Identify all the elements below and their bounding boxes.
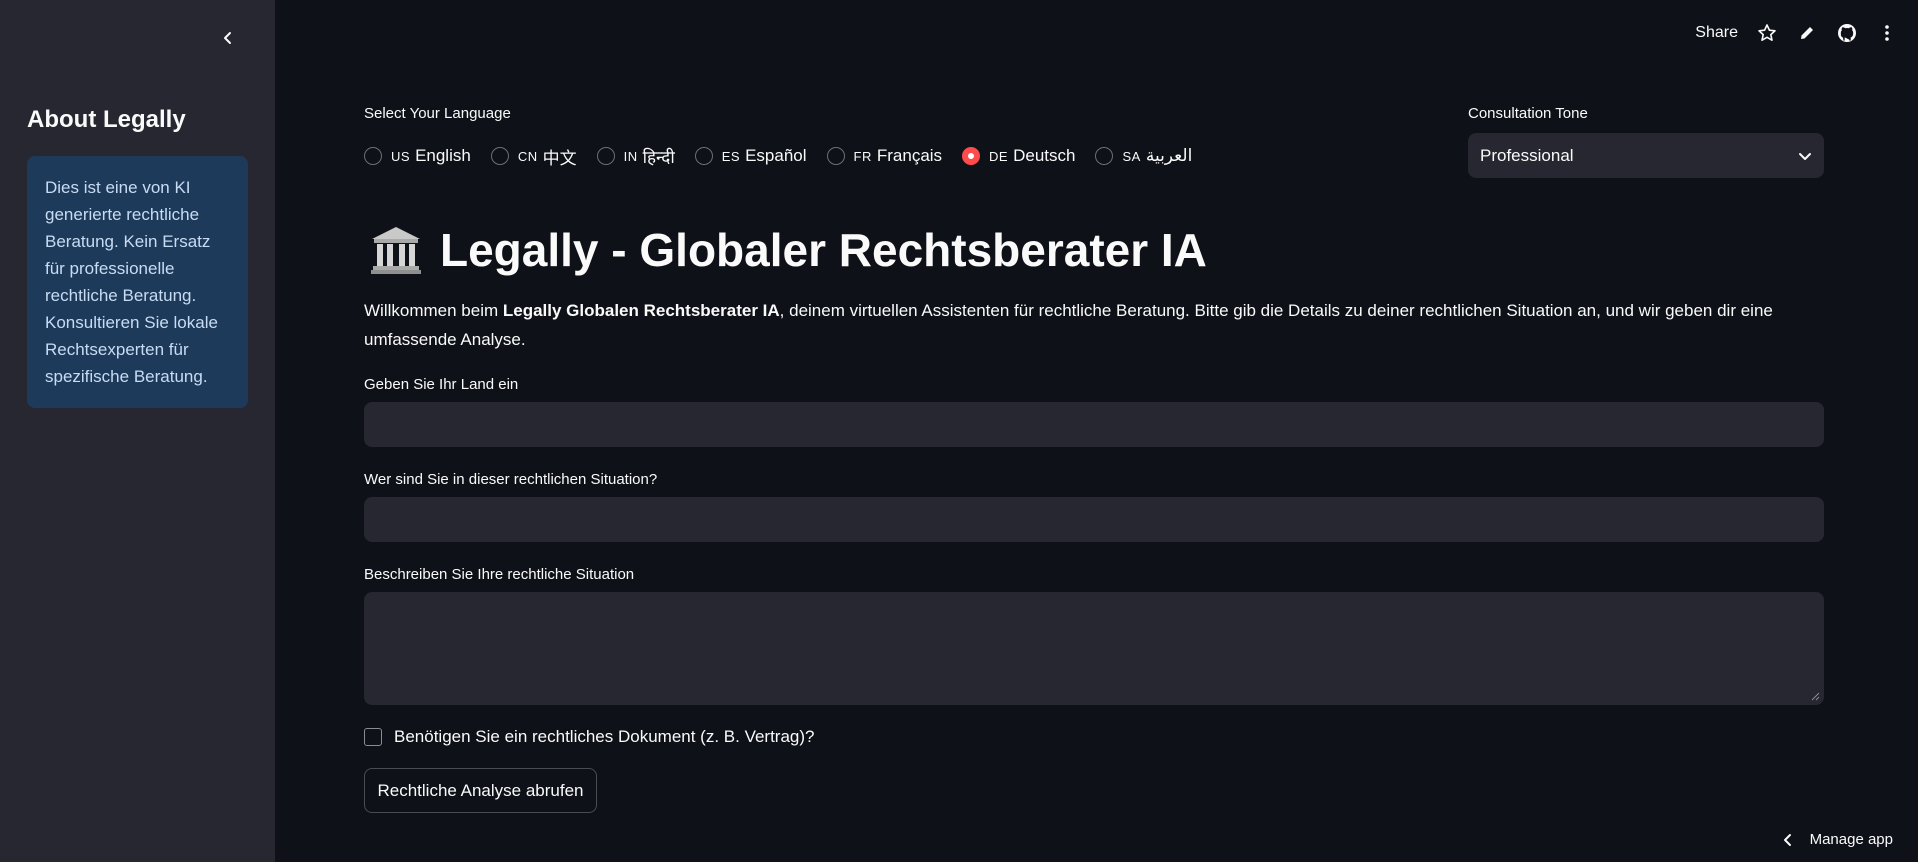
classical-building-icon	[371, 227, 421, 274]
document-checkbox[interactable]	[364, 728, 382, 746]
app-root: About Legally Dies ist eine von KI gener…	[0, 0, 1918, 862]
language-option-label: العربية	[1145, 146, 1193, 165]
collapse-sidebar-button[interactable]	[214, 24, 242, 52]
language-option-label: 中文	[542, 148, 577, 168]
flag-code: CN	[517, 148, 538, 164]
sidebar: About Legally Dies ist eine von KI gener…	[0, 0, 275, 862]
radio-circle	[490, 147, 509, 165]
radio-circle	[694, 147, 713, 165]
role-label: Wer sind Sie in dieser rechtlichen Situa…	[364, 471, 658, 488]
chevron-left-icon	[1783, 833, 1791, 846]
country-input[interactable]	[364, 402, 1824, 447]
radio-circle	[1095, 147, 1114, 165]
more-menu-button[interactable]	[1876, 22, 1898, 44]
language-option-label: English	[415, 146, 471, 165]
main-content: Select Your Language US English CN 中文 IN…	[364, 0, 1824, 862]
info-box: Dies ist eine von KI generierte rechtlic…	[27, 156, 248, 408]
github-button[interactable]	[1836, 22, 1858, 44]
language-option-es[interactable]: ES Español	[694, 146, 807, 166]
radio-circle	[826, 147, 845, 165]
flag-code: SA	[1122, 148, 1141, 164]
role-input[interactable]	[364, 497, 1824, 542]
language-option-label: हिन्दी	[642, 147, 675, 167]
resize-handle-icon[interactable]	[1810, 691, 1820, 701]
flag-code: IN	[623, 148, 638, 164]
language-option-cn[interactable]: CN 中文	[490, 144, 577, 169]
situation-textarea[interactable]	[364, 592, 1824, 705]
radio-circle-selected	[962, 147, 981, 165]
language-option-de[interactable]: DE Deutsch	[962, 146, 1075, 166]
language-option-label: Español	[745, 146, 807, 165]
flag-code: FR	[853, 148, 872, 164]
language-option-label: Français	[876, 146, 943, 165]
github-icon	[1838, 24, 1856, 42]
radio-circle	[596, 147, 615, 165]
flag-code: ES	[721, 148, 741, 164]
language-option-in[interactable]: IN हिन्दी	[596, 145, 675, 168]
manage-app-label: Manage app	[1809, 831, 1893, 848]
flag-code: US	[391, 148, 411, 164]
page-title-row: Legally - Globaler Rechtsberater IA	[370, 220, 1207, 280]
chevron-down-icon	[1799, 152, 1811, 160]
language-option-label: Deutsch	[1013, 146, 1076, 165]
situation-textarea-wrapper	[364, 592, 1824, 705]
sidebar-title: About Legally	[27, 106, 186, 133]
manage-app-button[interactable]: Manage app	[1782, 831, 1893, 848]
tone-selected-value: Professional	[1480, 145, 1574, 165]
kebab-menu-icon	[1885, 25, 1889, 41]
get-analysis-button[interactable]: Rechtliche Analyse abrufen	[364, 768, 597, 813]
page-title: Legally - Globaler Rechtsberater IA	[440, 224, 1207, 276]
intro-paragraph: Willkommen beim Legally Globalen Rechtsb…	[364, 296, 1824, 354]
situation-label: Beschreiben Sie Ihre rechtliche Situatio…	[364, 566, 635, 583]
tone-label: Consultation Tone	[1468, 105, 1588, 122]
language-radio-group: US English CN 中文 IN हिन्दी ES Español FR	[364, 144, 1212, 168]
tone-select[interactable]: Professional	[1468, 133, 1824, 178]
flag-code: DE	[989, 148, 1009, 164]
chevron-left-icon	[224, 32, 231, 44]
document-checkbox-row[interactable]: Benötigen Sie ein rechtliches Dokument (…	[364, 727, 815, 747]
language-option-fr[interactable]: FR Français	[826, 146, 943, 166]
language-label: Select Your Language	[364, 105, 511, 122]
language-option-us[interactable]: US English	[364, 146, 471, 166]
intro-bold: Legally Globalen Rechtsberater IA	[502, 301, 780, 320]
language-option-sa[interactable]: SA العربية	[1095, 146, 1192, 166]
intro-prefix: Willkommen beim	[364, 301, 503, 320]
country-label: Geben Sie Ihr Land ein	[364, 376, 519, 393]
document-checkbox-label: Benötigen Sie ein rechtliches Dokument (…	[394, 727, 815, 746]
radio-circle	[364, 147, 382, 165]
